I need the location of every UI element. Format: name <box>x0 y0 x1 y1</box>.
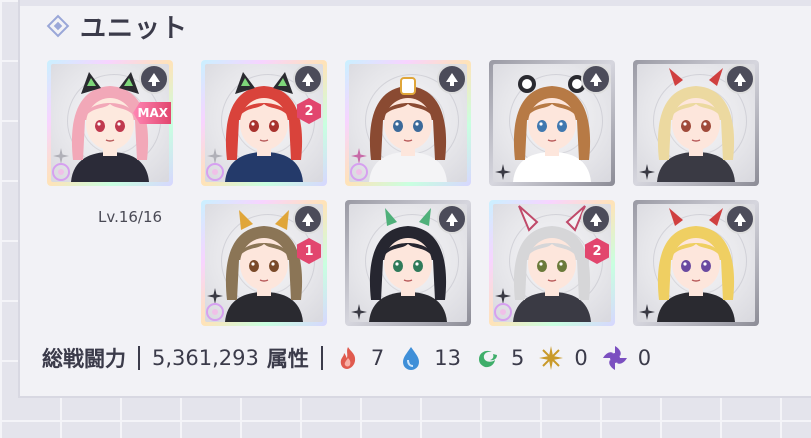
dark-element-icon <box>639 304 655 320</box>
flower-icon <box>205 302 225 322</box>
level-label: Lv.16/16 <box>98 208 163 226</box>
class-role-icon <box>293 204 323 234</box>
class-role-icon <box>293 64 323 94</box>
panel-header: ユニット <box>46 8 189 44</box>
unit-card[interactable]: 2 <box>201 60 327 186</box>
dark-element-icon <box>639 164 655 180</box>
stats-bar: 総戦闘力 5,361,293 属性 7 13 5 0 0 <box>42 340 651 376</box>
unit-card[interactable] <box>345 60 471 186</box>
unit-card[interactable] <box>489 60 615 186</box>
light-count: 0 <box>574 346 588 370</box>
class-role-icon <box>437 204 467 234</box>
element-light: 0 <box>538 345 588 371</box>
total-power-value: 5,361,293 <box>152 346 259 370</box>
element-dark: 0 <box>602 345 651 371</box>
element-wind: 5 <box>475 345 524 371</box>
unit-card[interactable]: MAX <box>47 60 173 186</box>
element-water: 13 <box>398 345 461 371</box>
class-role-icon <box>725 204 755 234</box>
class-role-icon <box>139 64 169 94</box>
flower-icon <box>493 302 513 322</box>
light-icon <box>539 346 564 370</box>
flower-icon <box>205 162 225 182</box>
dark-icon <box>602 346 627 370</box>
max-badge: MAX <box>133 102 171 124</box>
unit-card[interactable]: 1 <box>201 200 327 326</box>
panel-title: ユニット <box>80 13 189 44</box>
wind-count: 5 <box>511 346 525 370</box>
class-role-icon <box>437 64 467 94</box>
divider <box>320 346 323 370</box>
dark-element-icon <box>495 164 511 180</box>
unit-card[interactable]: 2 <box>489 200 615 326</box>
water-icon <box>403 347 420 370</box>
class-role-icon <box>581 204 611 234</box>
class-role-icon <box>581 64 611 94</box>
dark-element-icon <box>351 304 367 320</box>
fire-icon <box>340 347 356 369</box>
water-count: 13 <box>434 346 461 370</box>
class-role-icon <box>725 64 755 94</box>
unit-card[interactable] <box>345 200 471 326</box>
diamond-icon <box>46 14 70 38</box>
wind-icon <box>479 350 497 368</box>
flower-icon <box>349 162 369 182</box>
flower-icon <box>51 162 71 182</box>
dark-count: 0 <box>637 346 652 370</box>
element-fire: 7 <box>335 345 384 371</box>
unit-card[interactable] <box>633 60 759 186</box>
fire-count: 7 <box>370 346 385 370</box>
total-power-label: 総戦闘力 <box>42 347 126 371</box>
attribute-label: 属性 <box>266 347 309 371</box>
unit-card[interactable] <box>633 200 759 326</box>
divider <box>138 346 140 370</box>
